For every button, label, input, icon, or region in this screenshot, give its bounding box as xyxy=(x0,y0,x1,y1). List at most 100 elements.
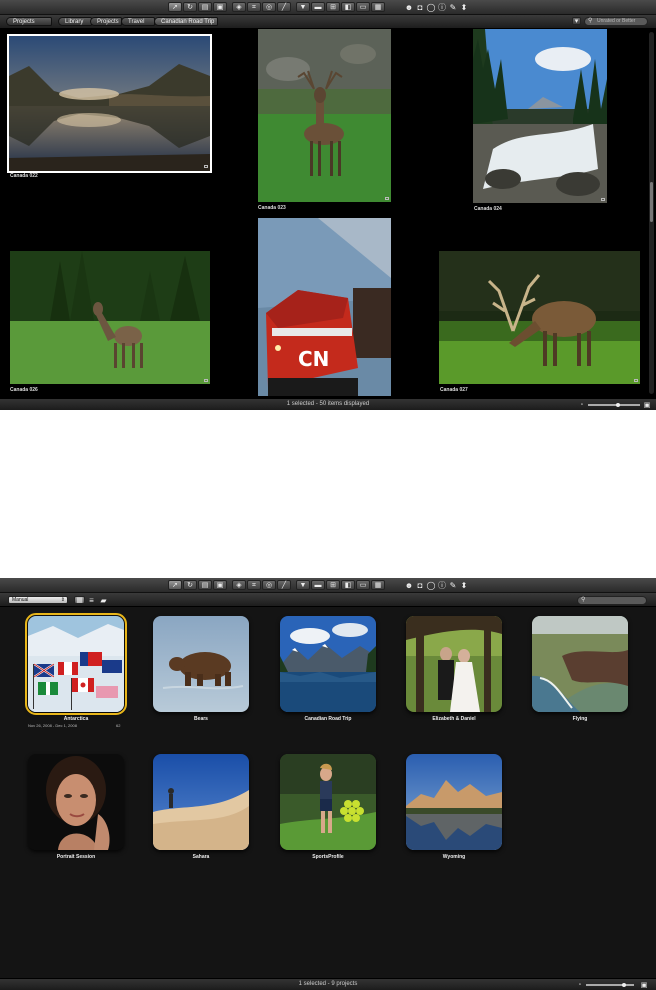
library-tool-icon[interactable]: ▣ xyxy=(213,2,227,12)
project-dates: Nov 26, 2008 - Dec 1, 2008 xyxy=(28,723,77,728)
crop-tool-icon[interactable]: ⌗ xyxy=(247,2,261,12)
status-bar: 1 selected - 9 projects ▫ ▣ xyxy=(0,978,656,990)
sort-popup[interactable]: Manual ⇕ xyxy=(8,596,68,604)
bear-image xyxy=(153,616,249,712)
viewer-view-icon[interactable]: ▦ xyxy=(371,2,385,12)
view-tool-icon[interactable]: ▼ xyxy=(296,2,310,12)
tools-icon[interactable]: ✎ xyxy=(448,2,458,12)
status-bar: 1 selected - 50 items displayed ▫ ▣ xyxy=(0,398,656,410)
portrait-image xyxy=(28,754,124,850)
redeye-tool-icon[interactable]: ◎ xyxy=(262,580,276,590)
zoom-tool-icon[interactable]: ⊞ xyxy=(326,2,340,12)
scroll-thumb[interactable] xyxy=(650,182,653,222)
breadcrumb-projects-2[interactable]: Projects xyxy=(90,17,122,26)
photo-caption: Canada 026 xyxy=(10,387,38,393)
grid-view-icon[interactable]: ▦ xyxy=(74,596,85,604)
library-tool-icon[interactable]: ▣ xyxy=(213,580,227,590)
project-wyoming[interactable] xyxy=(406,754,502,850)
adjust-icon[interactable]: ◯ xyxy=(426,2,436,12)
lift-tool-icon[interactable]: ◈ xyxy=(232,580,246,590)
photo-thumbnail-selected[interactable] xyxy=(7,34,212,173)
small-thumb-icon: ▫ xyxy=(580,402,584,408)
project-antarctica[interactable] xyxy=(25,613,127,715)
view-tool-group: ▼ ▬ ⊞ ◧ ▭ ▦ xyxy=(296,580,385,590)
adjust-icon[interactable]: ◯ xyxy=(426,580,436,590)
redeye-tool-icon[interactable]: ◎ xyxy=(262,2,276,12)
projects-header-bar: Manual ⇕ ▦ ≡ ▰ ⚲ xyxy=(0,593,656,607)
browser-panel: ➚ ↻ ▤ ▣ ◈ ⌗ ◎ ╱ ▼ ▬ ⊞ ◧ ▭ ▦ ☻ ◘ ◯ ⓘ ✎ ⬍ xyxy=(0,0,656,410)
compare-tool-icon[interactable]: ▬ xyxy=(311,2,325,12)
wedding-couple-image xyxy=(406,616,502,712)
places-icon[interactable]: ◘ xyxy=(415,2,425,12)
list-view-icon[interactable]: ≡ xyxy=(86,596,97,605)
project-search-field[interactable]: ⚲ xyxy=(577,596,647,605)
viewer-view-icon[interactable]: ▦ xyxy=(371,580,385,590)
select-tool-icon[interactable]: ➚ xyxy=(168,2,182,12)
project-sahara[interactable] xyxy=(153,754,249,850)
project-elizabeth-daniel[interactable] xyxy=(406,616,502,712)
elk-grazing-image xyxy=(439,251,640,384)
project-portrait-session[interactable] xyxy=(28,754,124,850)
slider-knob[interactable] xyxy=(616,403,620,407)
brush-tool-icon[interactable]: ╱ xyxy=(277,2,291,12)
rotate-tool-icon[interactable]: ↻ xyxy=(183,580,197,590)
project-sportsprofile[interactable] xyxy=(280,754,376,850)
vertical-scrollbar[interactable] xyxy=(649,32,654,394)
select-tool-icon[interactable]: ➚ xyxy=(168,580,182,590)
info-icon[interactable]: ⓘ xyxy=(437,2,447,12)
thumbnail-size-slider[interactable] xyxy=(586,984,634,986)
fullscreen-icon[interactable]: ⬍ xyxy=(459,580,469,590)
thumbnail-size-slider[interactable] xyxy=(588,404,640,406)
browser-view-icon[interactable]: ▭ xyxy=(356,580,370,590)
browser-view-icon[interactable]: ▭ xyxy=(356,2,370,12)
lake-mountains-image xyxy=(280,616,376,712)
photo-badge-icon xyxy=(634,379,638,382)
places-icon[interactable]: ◘ xyxy=(415,580,425,590)
crop-tool-icon[interactable]: ⌗ xyxy=(247,580,261,590)
filter-button-icon[interactable]: ▾ xyxy=(572,17,581,25)
train-image: CN xyxy=(258,218,391,396)
photo-thumbnail[interactable] xyxy=(439,251,640,384)
photo-caption: Canada 024 xyxy=(474,206,502,212)
split-tool-icon[interactable]: ◧ xyxy=(341,2,355,12)
project-flying[interactable] xyxy=(532,616,628,712)
search-icon: ⚲ xyxy=(588,18,593,24)
photo-thumbnail[interactable]: CN xyxy=(258,218,391,396)
photo-thumbnail[interactable] xyxy=(473,29,607,203)
photo-badge-icon xyxy=(204,165,208,168)
photo-thumbnail[interactable] xyxy=(258,29,391,202)
view-tool-group: ▼ ▬ ⊞ ◧ ▭ ▦ xyxy=(296,2,385,12)
main-toolbar: ➚ ↻ ▤ ▣ ◈ ⌗ ◎ ╱ ▼ ▬ ⊞ ◧ ▭ ▦ ☻ ◘ ◯ ⓘ ✎ ⬍ xyxy=(0,578,656,593)
view-tool-icon[interactable]: ▼ xyxy=(296,580,310,590)
compare-tool-icon[interactable]: ▬ xyxy=(311,580,325,590)
info-icon[interactable]: ⓘ xyxy=(437,580,447,590)
svg-text:CN: CN xyxy=(298,347,329,371)
people-icon[interactable]: ☻ xyxy=(404,580,414,590)
photo-thumbnail[interactable] xyxy=(10,251,210,384)
stack-tool-icon[interactable]: ▤ xyxy=(198,2,212,12)
zoom-tool-icon[interactable]: ⊞ xyxy=(326,580,340,590)
breadcrumb-library[interactable]: Library xyxy=(58,17,92,26)
rotate-tool-icon[interactable]: ↻ xyxy=(183,2,197,12)
people-icon[interactable]: ☻ xyxy=(404,2,414,12)
breadcrumb-projects[interactable]: Projects xyxy=(6,17,52,26)
lift-tool-icon[interactable]: ◈ xyxy=(232,2,246,12)
slider-knob[interactable] xyxy=(622,983,626,987)
project-bears[interactable] xyxy=(153,616,249,712)
stack-tool-icon[interactable]: ▤ xyxy=(198,580,212,590)
small-thumb-icon: ▫ xyxy=(578,982,582,988)
project-title: Canadian Road Trip xyxy=(304,716,352,722)
filmstrip-view-icon[interactable]: ▰ xyxy=(98,596,109,605)
project-title: Sahara xyxy=(192,854,210,860)
project-canadian-road-trip[interactable] xyxy=(280,616,376,712)
fullscreen-icon[interactable]: ⬍ xyxy=(459,2,469,12)
lake-reflection-image xyxy=(9,36,210,171)
breadcrumb-canadian-road-trip[interactable]: Canadian Road Trip xyxy=(154,17,218,26)
project-count: 62 xyxy=(116,723,121,728)
tools-icon[interactable]: ✎ xyxy=(448,580,458,590)
split-tool-icon[interactable]: ◧ xyxy=(341,580,355,590)
brush-tool-icon[interactable]: ╱ xyxy=(277,580,291,590)
breadcrumb-travel[interactable]: Travel xyxy=(121,17,155,26)
search-field[interactable]: ⚲ Unrated or Better xyxy=(584,17,648,26)
elk-field-image xyxy=(10,251,210,384)
